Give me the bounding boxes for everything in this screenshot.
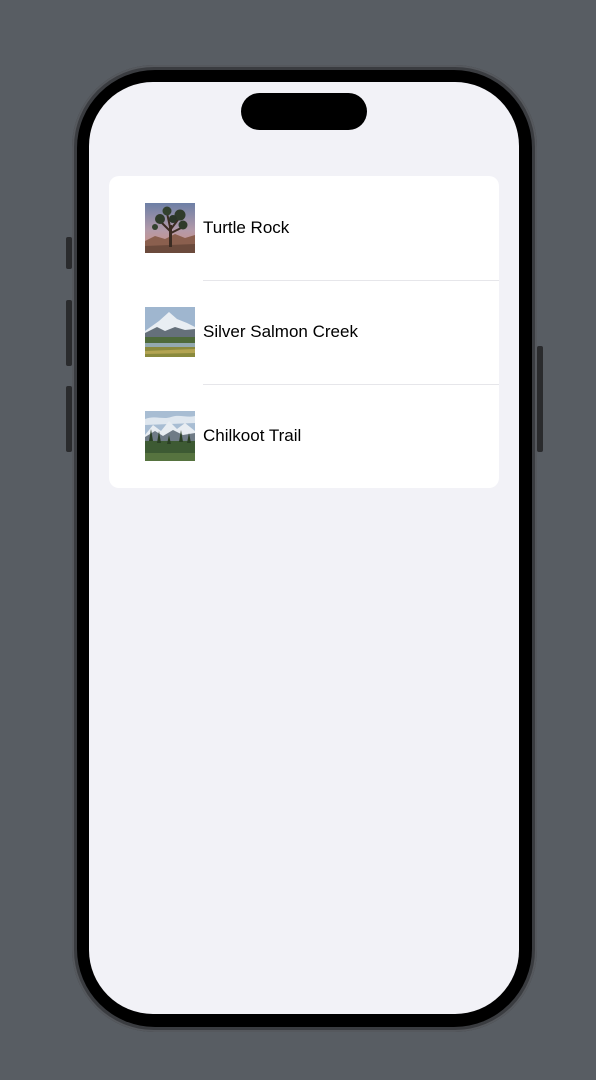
dynamic-island — [241, 93, 367, 130]
list-item-label: Chilkoot Trail — [203, 426, 302, 445]
list-item-label: Turtle Rock — [203, 218, 290, 237]
list-item-label: Silver Salmon Creek — [203, 322, 358, 341]
mountain-forest-photo-icon — [145, 411, 195, 461]
power-button — [537, 346, 543, 452]
landmark-list: Turtle Rock Silver Salmon Creek Chilkoot… — [109, 176, 499, 488]
joshua-tree-photo-icon — [145, 203, 195, 253]
snowy-mountain-meadow-photo-icon — [145, 307, 195, 357]
list-item[interactable]: Turtle Rock — [109, 176, 499, 280]
device-stage: Turtle Rock Silver Salmon Creek Chilkoot… — [0, 0, 596, 1080]
list-item[interactable]: Silver Salmon Creek — [109, 280, 499, 384]
phone-screen: Turtle Rock Silver Salmon Creek Chilkoot… — [89, 82, 519, 1014]
list-item[interactable]: Chilkoot Trail — [109, 384, 499, 488]
